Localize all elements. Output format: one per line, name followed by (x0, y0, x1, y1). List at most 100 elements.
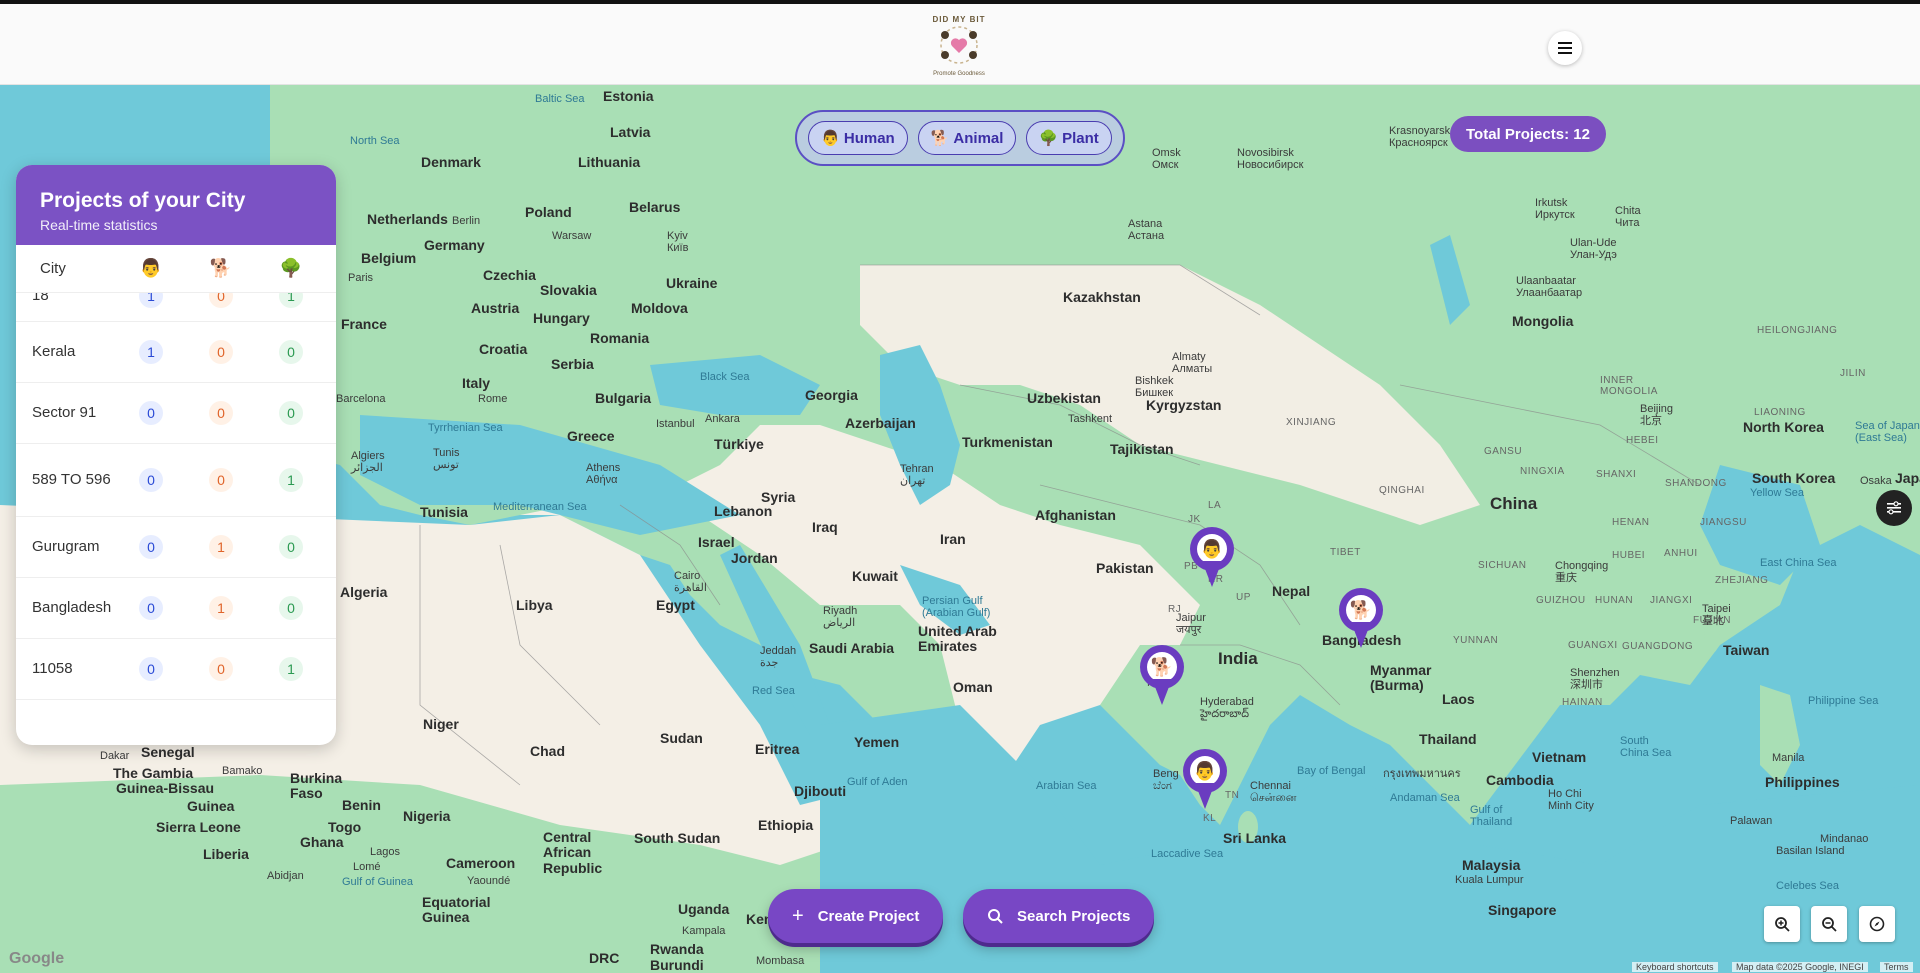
map-label-sea-japan: Sea of Japan (East Sea) (1855, 420, 1920, 445)
map-label-manila: Manila (1772, 752, 1805, 764)
map-label-greece: Greece (567, 428, 615, 444)
map-label-turkmenistan: Turkmenistan (962, 434, 1053, 450)
map-label-jeddah: Jeddah جدة (760, 645, 797, 670)
category-filter-bar: 👨 Human 🐕 Animal 🌳 Plant (795, 110, 1125, 166)
table-row: 589 TO 596 0 0 1 (16, 444, 336, 517)
map-label-basilan: Basilan Island (1776, 845, 1845, 857)
animal-count: 1 (209, 596, 233, 620)
map-label-warsaw: Warsaw (552, 230, 592, 242)
map-label-celebes: Celebes Sea (1776, 880, 1839, 892)
map-label-guangdong: GUANGDONG (1622, 641, 1694, 652)
zoom-out-icon (1822, 917, 1837, 932)
map-label-japan: Japa (1895, 470, 1920, 486)
map-label-denmark: Denmark (421, 154, 481, 170)
map-label-latvia: Latvia (610, 124, 651, 140)
map-label-vietnam: Vietnam (1532, 749, 1587, 765)
dog-icon: 🐕 (930, 130, 950, 147)
project-marker-animal[interactable]: 🐕 (1339, 588, 1383, 650)
map-label-netherlands: Netherlands (367, 211, 448, 227)
map-label-austria: Austria (471, 300, 520, 316)
search-projects-button[interactable]: Search Projects (963, 889, 1155, 943)
filter-options-button[interactable] (1876, 490, 1912, 526)
map-label-benin: Benin (342, 797, 381, 813)
human-count: 0 (139, 596, 163, 620)
map-label-guizhou: GUIZHOU (1536, 595, 1586, 606)
plant-count: 0 (279, 596, 303, 620)
project-marker-human[interactable]: 👨 (1183, 749, 1227, 811)
map-label-black-sea: Black Sea (700, 371, 750, 383)
create-project-label: Create Project (817, 907, 920, 925)
human-icon: 👨 (821, 130, 840, 147)
project-marker-human[interactable]: 👨 (1190, 527, 1234, 589)
map-label-yunnan: YUNNAN (1453, 635, 1499, 646)
map-label-nepal: Nepal (1272, 583, 1311, 599)
keyboard-shortcuts-link[interactable]: Keyboard shortcuts (1632, 962, 1718, 972)
plant-count: 0 (279, 535, 303, 559)
map-label-astana: Astana Астана (1128, 218, 1165, 243)
map-label-tashkent: Tashkent (1068, 413, 1113, 425)
map-label-jordan: Jordan (731, 550, 778, 566)
filter-chip-human[interactable]: 👨 Human (808, 121, 908, 155)
map-label-iran: Iran (940, 531, 966, 547)
map-label-bengaluru: Beng ಬೆಂಗ (1153, 768, 1179, 793)
map-label-barcelona: Barcelona (336, 393, 386, 405)
map-label-belgium: Belgium (361, 250, 417, 266)
map-label-romania: Romania (590, 330, 650, 346)
city-cell: Bangladesh (32, 599, 112, 617)
map-label-cambodia: Cambodia (1486, 772, 1554, 788)
map-label-iraq: Iraq (812, 519, 838, 535)
map-label-libya: Libya (516, 597, 553, 613)
map-label-laccadive: Laccadive Sea (1151, 848, 1224, 860)
map-label-thailand: Thailand (1419, 731, 1477, 747)
map-label-taipei: Taipei 臺北 (1702, 603, 1731, 628)
map-label-shenzhen: Shenzhen 深圳市 (1570, 667, 1620, 692)
map-label-egypt: Egypt (656, 597, 695, 613)
map-label-singapore: Singapore (1488, 902, 1557, 918)
human-icon: 👨 (1190, 756, 1220, 786)
map-label-tajikistan: Tajikistan (1110, 441, 1174, 457)
map-label-novosibirsk: Novosibirsk Новосибирск (1237, 147, 1304, 172)
city-cell: Kerala (32, 343, 76, 361)
map-label-gulf-aden: Gulf of Aden (847, 776, 908, 788)
map-label-qinghai: QINGHAI (1379, 485, 1425, 496)
compass-button[interactable] (1859, 906, 1895, 942)
map-label-south-korea: South Korea (1752, 470, 1836, 486)
map-label-laos: Laos (1442, 691, 1475, 707)
map-data-attribution: Map data ©2025 Google, INEGI (1732, 962, 1868, 972)
animal-count: 0 (209, 340, 233, 364)
map-label-saudi: Saudi Arabia (809, 640, 895, 656)
map-label-germany: Germany (424, 237, 485, 253)
city-stats-panel: Projects of your City Real-time statisti… (16, 165, 336, 745)
map-label-moldova: Moldova (631, 300, 688, 316)
map-label-guinea-bissau: Guinea-Bissau (116, 780, 215, 796)
app-header: DID MY BIT Promote Goodness (0, 4, 1920, 85)
city-cell: 589 TO 596 (32, 471, 111, 489)
map-label-jaipur: Jaipur जयपुर (1176, 612, 1206, 637)
human-count: 1 (139, 293, 163, 308)
zoom-out-button[interactable] (1811, 906, 1847, 942)
map-label-osaka: Osaka (1860, 475, 1892, 487)
hamburger-menu-button[interactable] (1548, 31, 1582, 65)
project-marker-animal[interactable]: 🐕 (1140, 645, 1184, 707)
stats-table-body[interactable]: 18 1 0 1 Kerala 1 0 0 Sector 91 0 0 0 58… (16, 293, 336, 745)
app-logo[interactable]: DID MY BIT Promote Goodness (928, 11, 990, 79)
create-project-button[interactable]: + Create Project (768, 889, 944, 943)
map-label-omsk: Omsk Омск (1152, 147, 1181, 172)
filter-chip-label: Human (843, 129, 895, 147)
map-label-ghana: Ghana (300, 834, 344, 850)
map-label-shanxi: SHANXI (1596, 469, 1637, 480)
tree-icon: 🌳 (1039, 130, 1059, 147)
terms-link[interactable]: Terms (1880, 962, 1913, 972)
filter-chip-animal[interactable]: 🐕 Animal (917, 121, 1017, 155)
map-label-yellow-sea: Yellow Sea (1750, 487, 1805, 499)
map-label-jiangxi: JIANGXI (1650, 595, 1693, 606)
plant-count: 0 (279, 401, 303, 425)
zoom-in-button[interactable] (1764, 906, 1800, 942)
column-header-human-icon: 👨 (139, 258, 163, 278)
map-label-france: France (341, 316, 387, 332)
map-label-uae: United Arab Emirates (918, 623, 997, 655)
filter-chip-plant[interactable]: 🌳 Plant (1026, 121, 1112, 155)
map-label-chita: Chita Чита (1615, 205, 1641, 230)
map-label-kuwait: Kuwait (852, 568, 898, 584)
map-label-bangkok: กรุงเทพมหานคร (1383, 768, 1461, 780)
